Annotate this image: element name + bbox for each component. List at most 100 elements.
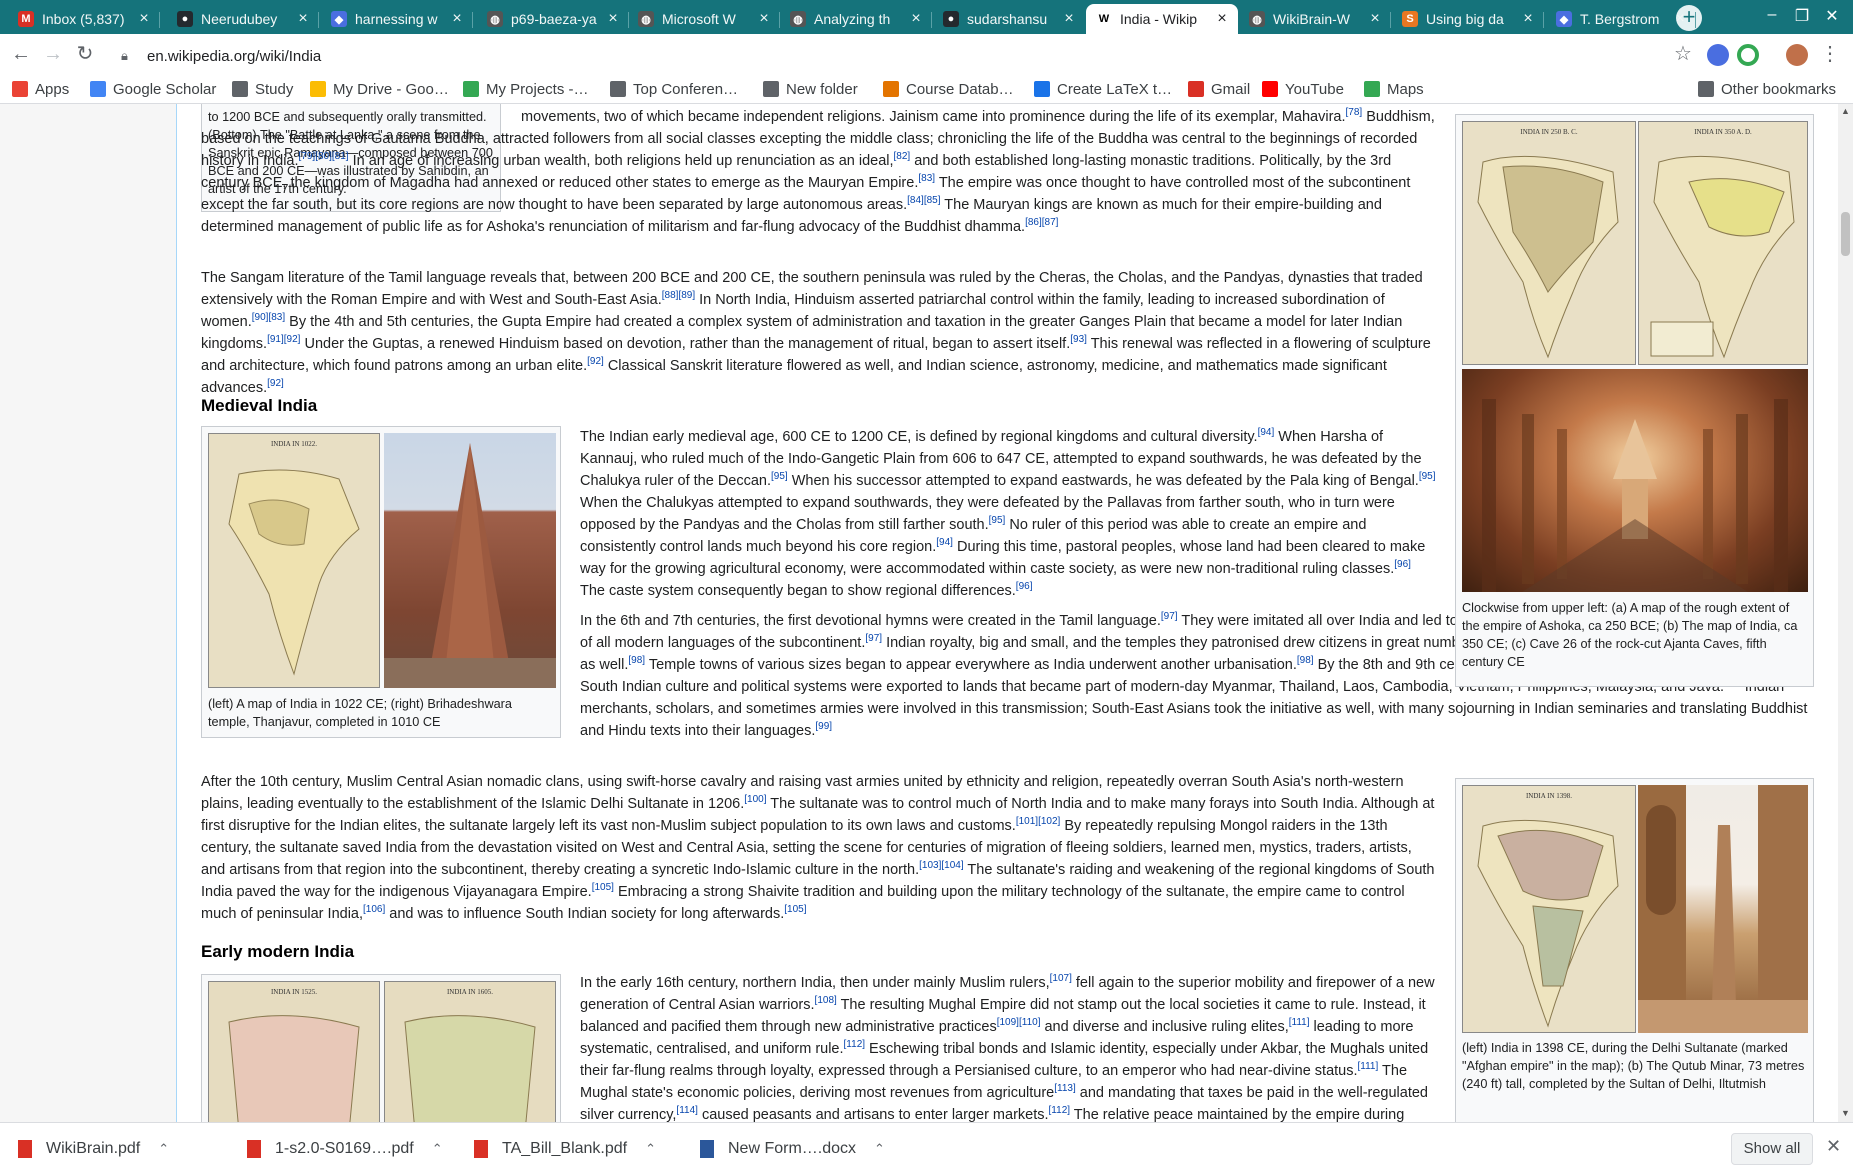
citation-link[interactable]: [92] xyxy=(587,356,604,367)
citation-link[interactable]: [83] xyxy=(918,173,935,184)
citation-link[interactable]: [95] xyxy=(771,471,788,482)
citation-link[interactable]: [107] xyxy=(1050,973,1072,984)
extension-icon[interactable] xyxy=(1707,44,1729,66)
close-downloads-icon[interactable]: ✕ xyxy=(1826,1136,1841,1157)
download-item[interactable]: WikiBrain.pdf ⌃ xyxy=(18,1123,169,1174)
tab-10[interactable]: S Using big da × xyxy=(1392,4,1544,34)
chevron-up-icon[interactable]: ⌃ xyxy=(874,1141,885,1157)
citation-link[interactable]: [96] xyxy=(1394,559,1411,570)
tab-close-icon[interactable]: × xyxy=(1061,10,1077,28)
download-item[interactable]: New Form….docx ⌃ xyxy=(700,1123,885,1174)
citation-link[interactable]: [95] xyxy=(1419,471,1436,482)
bookmark-item[interactable]: Top Conferen… xyxy=(610,76,738,102)
citation-link[interactable]: [113] xyxy=(1054,1083,1076,1094)
download-item[interactable]: TA_Bill_Blank.pdf ⌃ xyxy=(474,1123,656,1174)
map-india-1022[interactable]: INDIA IN 1022. xyxy=(208,433,380,688)
citation-link[interactable]: [104] xyxy=(941,860,963,871)
citation-link[interactable]: [98] xyxy=(628,655,645,666)
scroll-up-icon[interactable]: ▲ xyxy=(1838,106,1853,116)
tab-close-icon[interactable]: × xyxy=(449,10,465,28)
citation-link[interactable]: [79] xyxy=(299,151,316,162)
bookmark-item[interactable]: Study xyxy=(232,76,293,102)
tab-1[interactable]: M Inbox (5,837) × xyxy=(8,4,160,34)
minimize-icon[interactable]: – xyxy=(1757,6,1787,24)
tab-close-icon[interactable]: × xyxy=(136,10,152,28)
citation-link[interactable]: [91] xyxy=(267,334,284,345)
tab-close-icon[interactable]: × xyxy=(1367,10,1383,28)
bookmark-item[interactable]: Apps xyxy=(12,76,69,102)
citation-link[interactable]: [97] xyxy=(865,633,882,644)
citation-link[interactable]: [112] xyxy=(844,1039,866,1050)
chevron-up-icon[interactable]: ⌃ xyxy=(645,1141,656,1157)
close-window-icon[interactable]: ✕ xyxy=(1817,6,1847,26)
citation-link[interactable]: [111] xyxy=(1358,1061,1379,1072)
tab-7[interactable]: ● sudarshansu × xyxy=(933,4,1085,34)
download-item[interactable]: 1-s2.0-S0169….pdf ⌃ xyxy=(247,1123,443,1174)
tab-6[interactable]: ◍ Analyzing th × xyxy=(780,4,932,34)
citation-link[interactable]: [96] xyxy=(1016,581,1033,592)
citation-link[interactable]: [99] xyxy=(815,721,832,732)
other-bookmarks[interactable]: Other bookmarks xyxy=(1698,76,1836,102)
grammarly-icon[interactable] xyxy=(1737,44,1759,66)
tab-close-icon[interactable]: × xyxy=(605,10,621,28)
citation-link[interactable]: [90] xyxy=(252,312,269,323)
tab-2[interactable]: ● Neerudubey × xyxy=(167,4,319,34)
bookmark-item[interactable]: New folder xyxy=(763,76,858,102)
citation-link[interactable]: [83] xyxy=(268,312,285,323)
citation-link[interactable]: [86] xyxy=(1025,217,1042,228)
bookmark-item[interactable]: Google Scholar xyxy=(90,76,216,102)
reload-icon[interactable]: ↻ xyxy=(70,39,100,69)
citation-link[interactable]: [82] xyxy=(894,151,911,162)
citation-link[interactable]: [98] xyxy=(1297,655,1314,666)
tab-3[interactable]: ◆ harnessing w × xyxy=(321,4,473,34)
bookmark-item[interactable]: Gmail xyxy=(1188,76,1250,102)
citation-link[interactable]: [88] xyxy=(662,290,679,301)
citation-link[interactable]: [112] xyxy=(1049,1105,1071,1116)
tab-close-icon[interactable]: × xyxy=(1672,10,1688,28)
citation-link[interactable]: [92] xyxy=(267,378,284,389)
map-india-1525[interactable]: INDIA IN 1525. xyxy=(208,981,380,1122)
citation-link[interactable]: [102] xyxy=(1038,816,1060,827)
tab-9[interactable]: ◍ WikiBrain-W × xyxy=(1239,4,1391,34)
image-qutub-minar[interactable] xyxy=(1638,785,1808,1033)
tab-8[interactable]: W India - Wikip × xyxy=(1086,4,1238,34)
map-india-250bc[interactable]: INDIA IN 250 B. C. xyxy=(1462,121,1636,365)
map-india-1605[interactable]: INDIA IN 1605. xyxy=(384,981,556,1122)
bookmark-item[interactable]: Maps xyxy=(1364,76,1424,102)
scrollbar-thumb[interactable] xyxy=(1841,212,1850,256)
citation-link[interactable]: [110] xyxy=(1019,1017,1041,1028)
tab-5[interactable]: ◍ Microsoft W × xyxy=(628,4,780,34)
address-bar[interactable]: 🔒︎ en.wikipedia.org/wiki/India xyxy=(116,39,1680,73)
citation-link[interactable]: [95] xyxy=(989,515,1006,526)
page-scrollbar[interactable]: ▲ ▼ xyxy=(1838,104,1853,1122)
citation-link[interactable]: [94] xyxy=(936,537,953,548)
show-all-button[interactable]: Show all xyxy=(1731,1133,1813,1165)
citation-link[interactable]: [81] xyxy=(332,151,349,162)
citation-link[interactable]: [92] xyxy=(284,334,301,345)
restore-icon[interactable]: ❐ xyxy=(1787,6,1817,26)
citation-link[interactable]: [84] xyxy=(907,195,924,206)
url-text[interactable]: en.wikipedia.org/wiki/India xyxy=(147,48,321,65)
image-ajanta-cave[interactable] xyxy=(1462,369,1808,592)
citation-link[interactable]: [111] xyxy=(1289,1017,1310,1028)
citation-link[interactable]: [78] xyxy=(1346,107,1363,118)
tab-close-icon[interactable]: × xyxy=(1520,10,1536,28)
tab-close-icon[interactable]: × xyxy=(1214,10,1230,28)
image-brihadeshwara-temple[interactable] xyxy=(384,433,556,688)
citation-link[interactable]: [101] xyxy=(1016,816,1038,827)
chevron-up-icon[interactable]: ⌃ xyxy=(158,1141,169,1157)
tab-4[interactable]: ◍ p69-baeza-ya × xyxy=(477,4,629,34)
forward-icon[interactable]: → xyxy=(38,39,68,69)
bookmark-item[interactable]: Course Datab… xyxy=(883,76,1014,102)
citation-link[interactable]: [114] xyxy=(676,1105,698,1116)
citation-link[interactable]: [87] xyxy=(1042,217,1059,228)
back-icon[interactable]: ← xyxy=(6,39,36,69)
citation-link[interactable]: [94] xyxy=(1258,427,1275,438)
tab-close-icon[interactable]: × xyxy=(756,10,772,28)
citation-link[interactable]: [80] xyxy=(315,151,332,162)
citation-link[interactable]: [85] xyxy=(924,195,941,206)
menu-icon[interactable]: ⋮ xyxy=(1815,39,1845,69)
citation-link[interactable]: [109] xyxy=(997,1017,1019,1028)
citation-link[interactable]: [97] xyxy=(1161,611,1178,622)
map-india-350ad[interactable]: INDIA IN 350 A. D. xyxy=(1638,121,1808,365)
